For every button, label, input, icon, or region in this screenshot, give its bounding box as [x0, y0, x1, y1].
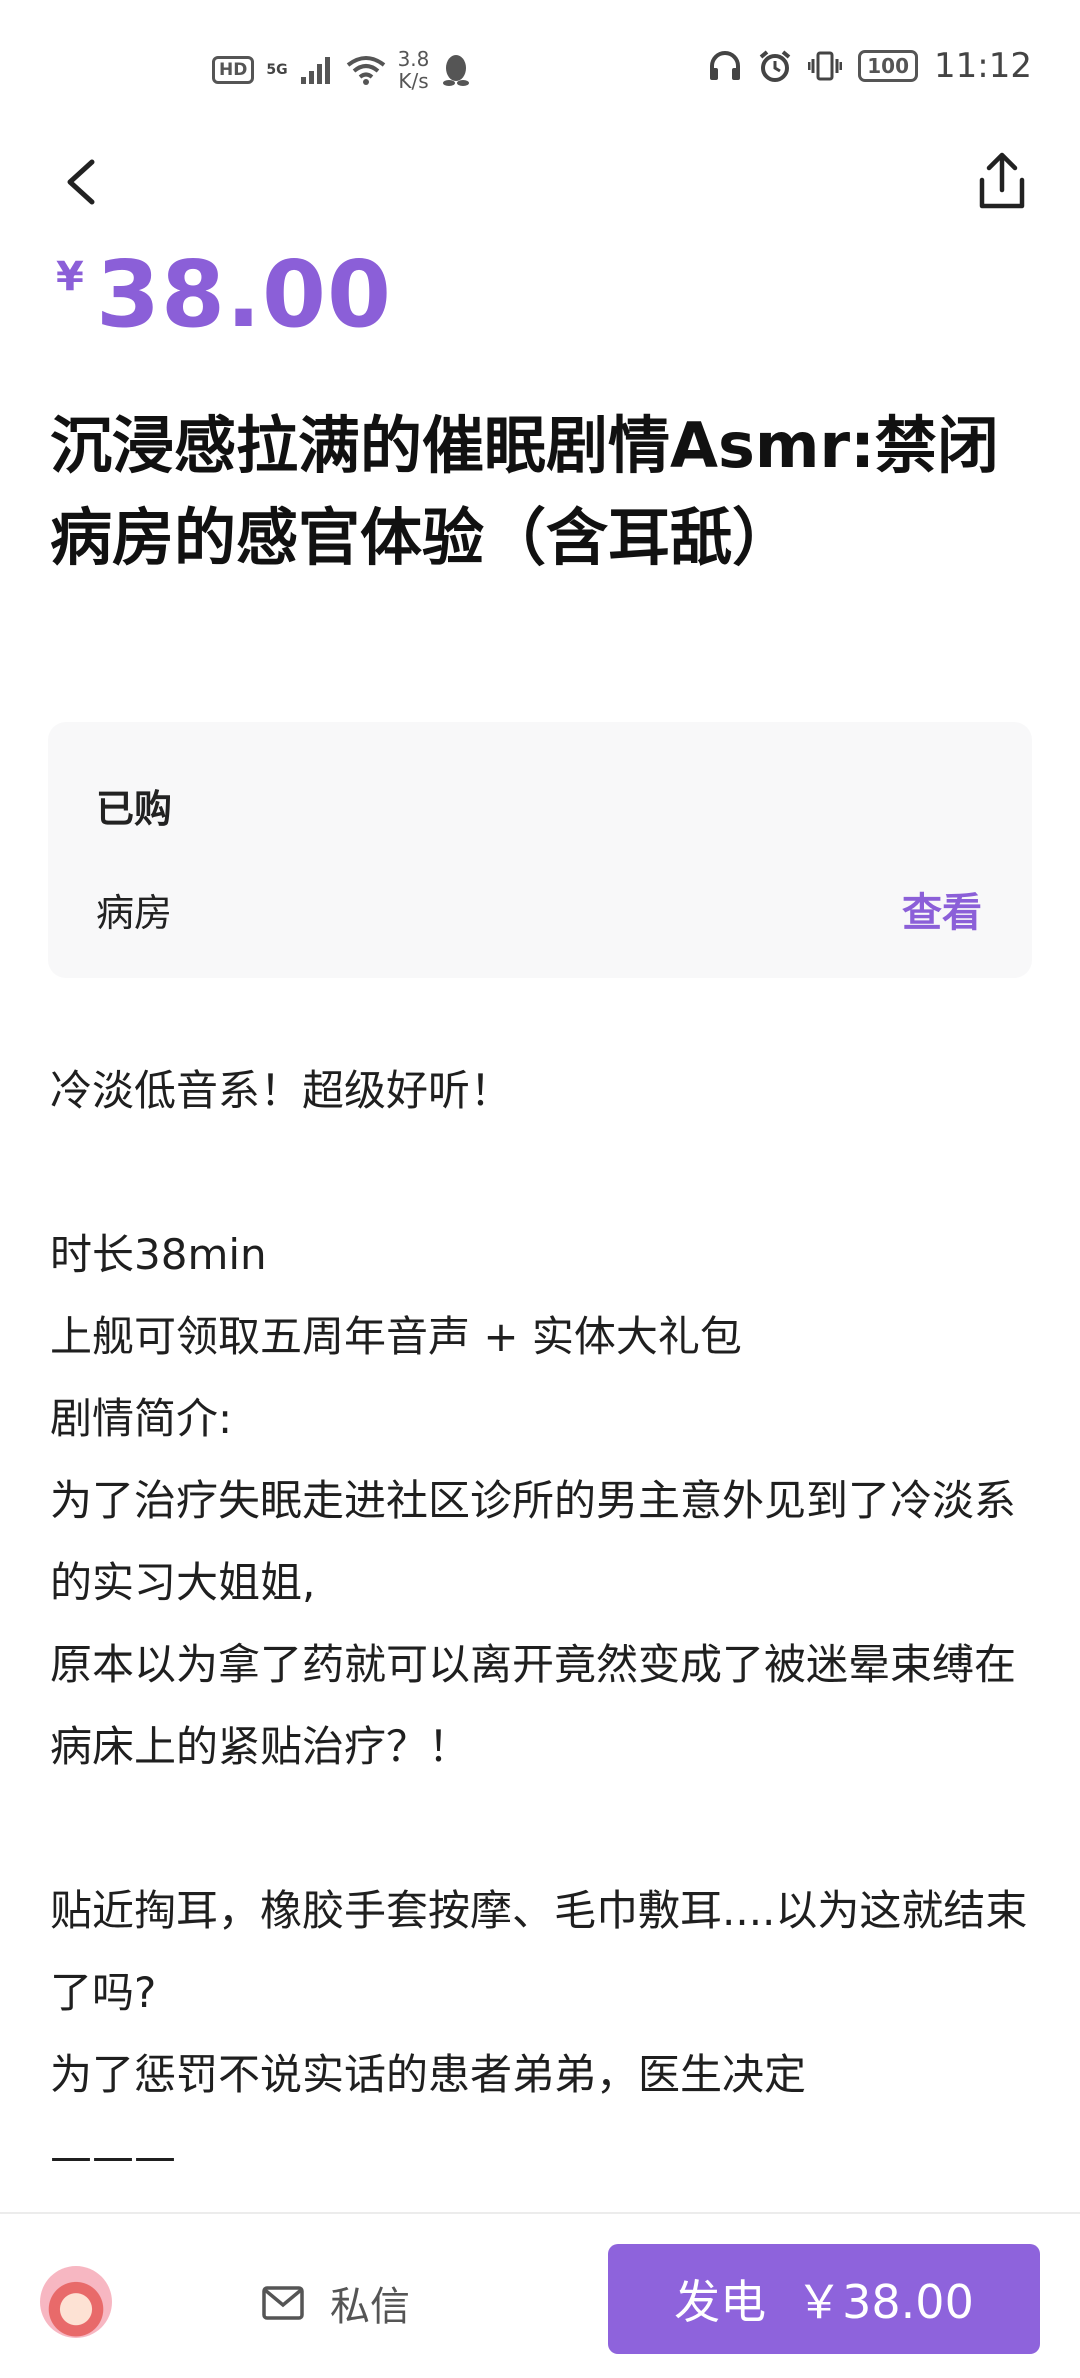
desc-line	[50, 1788, 1030, 1870]
net-speed-unit: K/s	[398, 69, 429, 93]
view-button[interactable]: 查看	[902, 880, 982, 938]
desc-line: 为了惩罚不说实话的患者弟弟，医生决定	[50, 2050, 807, 2099]
price-value: 38.00	[96, 241, 393, 348]
vibrate-icon	[808, 51, 843, 81]
status-right: 100 11:12	[708, 46, 1032, 86]
share-icon	[979, 152, 1025, 209]
qq-penguin-icon	[443, 55, 470, 86]
purchased-item: 病房	[96, 891, 173, 935]
currency-symbol: ¥	[56, 254, 84, 300]
product-title: 沉浸感拉满的催眠剧情Asmr:禁闭病房的感官体验（含耳舐）	[50, 409, 999, 574]
network-type: 5G	[266, 62, 288, 78]
status-left: HD 5G 3.8 K/s	[212, 48, 471, 92]
desc-line	[50, 1132, 1030, 1214]
description: 冷淡低音系！超级好听！ 时长38min 上舰可领取五周年音声 + 实体大礼包 剧…	[50, 1050, 1030, 2198]
purchased-heading: 已购	[96, 787, 173, 831]
purchased-card: 已购 病房 查看	[48, 722, 1032, 978]
signal-icon	[300, 57, 330, 84]
desc-line: 冷淡低音系！超级好听！	[50, 1066, 513, 1115]
desc-line: 贴近掏耳，橡胶手套按摩、毛巾敷耳....以为这就结束了吗?	[50, 1886, 1028, 2017]
hd-badge: HD	[212, 56, 255, 84]
wifi-icon	[346, 56, 385, 85]
battery-indicator: 100	[858, 50, 919, 82]
message-label: 私信	[330, 2284, 410, 2330]
desc-line: 为了治疗失眠走进社区诊所的男主意外见到了冷淡系的实习大姐姐,	[50, 1476, 1017, 1607]
bottom-bar: 私信 发电 ￥38.00	[0, 2212, 1080, 2378]
avatar[interactable]	[40, 2266, 112, 2338]
desc-line: 原本以为拿了药就可以离开竟然变成了被迷晕束缚在病床上的紧贴治疗？！	[50, 1640, 1017, 1771]
mail-icon	[262, 2286, 304, 2320]
charge-button[interactable]: 发电 ￥38.00	[608, 2244, 1040, 2354]
chevron-left-icon	[67, 159, 95, 205]
net-speed: 3.8 K/s	[398, 48, 430, 92]
net-speed-value: 3.8	[397, 47, 430, 71]
alarm-icon	[759, 50, 791, 82]
message-button[interactable]: 私信	[262, 2274, 410, 2332]
clock: 11:12	[934, 46, 1032, 86]
headphones-icon	[710, 51, 741, 80]
desc-line: ———	[50, 2132, 176, 2181]
charge-price: ￥38.00	[796, 2275, 974, 2329]
desc-line: 上舰可领取五周年音声 + 实体大礼包	[50, 1312, 742, 1361]
back-button[interactable]	[56, 152, 108, 212]
desc-line: 时长38min	[50, 1230, 267, 1279]
desc-line: 剧情简介:	[50, 1394, 233, 1443]
status-bar: HD 5G 3.8 K/s 100 11:12	[0, 0, 1080, 140]
charge-label: 发电	[674, 2275, 767, 2329]
share-button[interactable]	[974, 150, 1030, 214]
